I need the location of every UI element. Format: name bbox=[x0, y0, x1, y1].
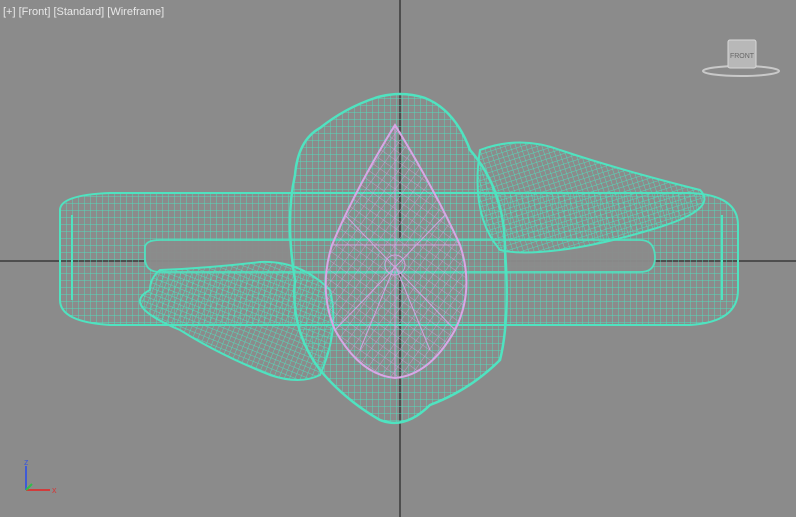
viewcube-front-label[interactable]: FRONT bbox=[730, 53, 755, 60]
scene-canvas[interactable] bbox=[0, 0, 796, 517]
viewcube[interactable]: FRONT bbox=[700, 38, 782, 80]
axis-z-label: z bbox=[24, 457, 29, 467]
axis-x-label: x bbox=[52, 485, 57, 495]
front-viewport[interactable]: [+] [Front] [Standard] [Wireframe] FRONT… bbox=[0, 0, 796, 517]
axis-gizmo: z x bbox=[24, 457, 57, 495]
